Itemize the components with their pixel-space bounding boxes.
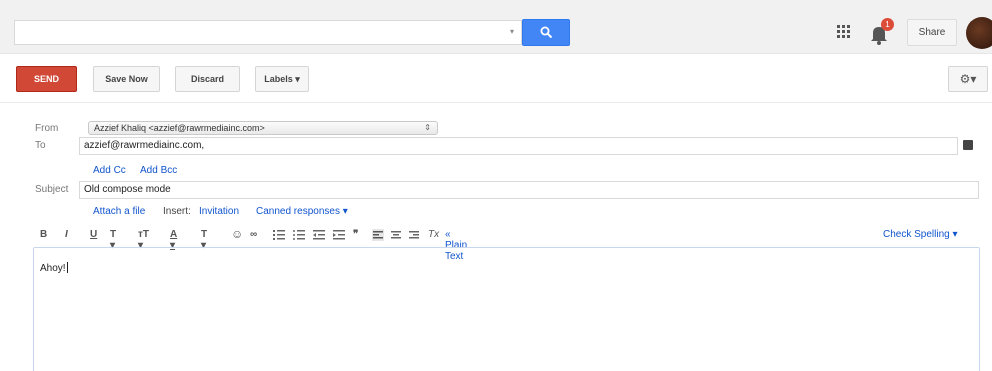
link-icon[interactable]: ∞	[250, 229, 257, 240]
canned-responses-link[interactable]: Canned responses ▾	[256, 206, 348, 217]
save-now-button[interactable]: Save Now	[93, 66, 160, 92]
italic-button[interactable]: I	[65, 229, 68, 240]
select-arrows-icon: ⇕	[424, 123, 431, 132]
discard-button[interactable]: Discard	[175, 66, 240, 92]
search-button[interactable]	[522, 19, 570, 46]
compose-toolbar: SEND Save Now Discard Labels ▾ ⚙▾	[0, 55, 992, 103]
to-field[interactable]: azzief@rawrmediainc.com,	[79, 137, 958, 155]
indent-less-icon[interactable]	[313, 229, 325, 241]
check-spelling-link[interactable]: Check Spelling ▾	[883, 229, 958, 240]
search-input[interactable]	[14, 20, 522, 45]
settings-button[interactable]: ⚙▾	[948, 66, 988, 92]
bulleted-list-icon[interactable]	[293, 229, 305, 241]
bold-button[interactable]: B	[40, 229, 47, 240]
text-caret	[66, 262, 68, 273]
align-center-icon[interactable]	[390, 229, 402, 241]
message-body[interactable]: Ahoy!	[33, 247, 980, 371]
emoji-icon[interactable]: ☺	[231, 227, 243, 241]
contacts-icon[interactable]	[963, 140, 973, 150]
attach-file-link[interactable]: Attach a file	[93, 206, 145, 217]
subject-field[interactable]: Old compose mode	[79, 181, 979, 199]
gear-icon: ⚙▾	[959, 72, 977, 86]
subject-label: Subject	[35, 184, 69, 195]
to-label: To	[35, 140, 46, 151]
add-bcc-link[interactable]: Add Bcc	[140, 165, 177, 176]
labels-button[interactable]: Labels ▾	[255, 66, 309, 92]
indent-more-icon[interactable]	[333, 229, 345, 241]
numbered-list-icon[interactable]	[273, 229, 285, 241]
avatar[interactable]	[966, 17, 992, 49]
from-select[interactable]: Azzief Khaliq <azzief@rawrmediainc.com> …	[88, 121, 438, 135]
share-button[interactable]: Share	[907, 19, 957, 46]
add-cc-link[interactable]: Add Cc	[93, 165, 126, 176]
remove-formatting-icon[interactable]: Tx	[428, 229, 439, 240]
insert-label: Insert:	[163, 206, 191, 217]
from-label: From	[35, 123, 59, 134]
body-text: Ahoy!	[40, 262, 68, 274]
send-button[interactable]: SEND	[16, 66, 77, 92]
align-left-icon[interactable]	[372, 229, 384, 241]
invitation-link[interactable]: Invitation	[199, 206, 239, 217]
align-right-icon[interactable]	[408, 229, 420, 241]
from-value: Azzief Khaliq <azzief@rawrmediainc.com>	[94, 123, 265, 133]
notification-count-badge: 1	[881, 18, 894, 31]
quote-icon[interactable]: ❞	[353, 229, 358, 240]
top-bar: ▾ 1 Share	[0, 0, 992, 54]
search-icon	[540, 26, 553, 39]
underline-button[interactable]: U	[90, 229, 97, 240]
apps-grid-icon[interactable]	[837, 25, 851, 39]
search-options-icon[interactable]: ▾	[510, 27, 514, 36]
